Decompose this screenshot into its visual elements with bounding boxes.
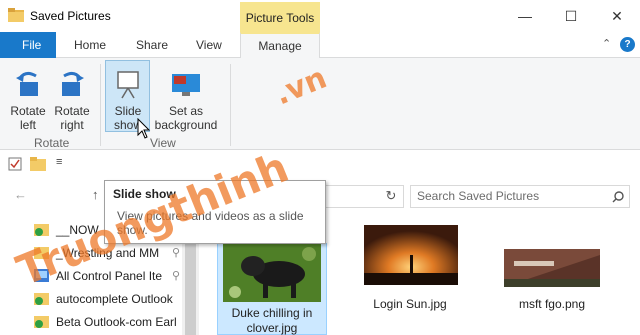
pin-icon[interactable]: ⚲	[172, 265, 180, 287]
rotate-left-label-2: left	[19, 118, 36, 132]
collapse-ribbon-icon[interactable]: ⌃	[602, 37, 611, 50]
rotate-right-label-1: Rotate	[54, 104, 90, 118]
slide-show-tooltip: Slide show View pictures and videos as a…	[104, 180, 326, 244]
picture-tools-context-tab: Picture Tools	[240, 2, 320, 32]
rotate-left-button[interactable]: Rotate left	[6, 68, 50, 132]
file-name: Login Sun.jpg	[373, 297, 447, 311]
tab-home[interactable]: Home	[74, 32, 106, 58]
close-button[interactable]: ✕	[594, 0, 640, 32]
customize-toolbar-icon[interactable]: ≡	[56, 156, 62, 168]
sunset-image	[364, 225, 458, 285]
help-icon[interactable]: ?	[620, 37, 635, 52]
folder-icon	[34, 247, 49, 259]
check-folder-icon	[34, 316, 49, 328]
rotate-right-label-2: right	[60, 118, 84, 132]
nav-item-beta-outlook[interactable]: Beta Outlook-com Earl	[34, 311, 200, 333]
tab-view[interactable]: View	[196, 32, 222, 58]
set-background-label-1: Set as	[168, 104, 204, 118]
duke-thumbnail	[223, 244, 321, 302]
nav-item-autocomplete[interactable]: autocomplete Outlook	[34, 288, 200, 310]
up-arrow-icon[interactable]: ↑	[92, 187, 99, 202]
quick-access-toolbar: ≡	[0, 150, 640, 180]
control-panel-icon	[34, 269, 49, 282]
nav-label: __NOW	[56, 223, 99, 237]
search-input[interactable]: Search Saved Pictures	[410, 185, 630, 208]
rotate-left-label-1: Rotate	[10, 104, 46, 118]
group-separator	[100, 64, 101, 146]
tooltip-body: View pictures and videos as a slide show…	[117, 209, 304, 237]
group-label-view: View	[150, 136, 176, 150]
slide-show-icon	[117, 71, 139, 99]
file-tile-duke[interactable]: Duke chilling in clover.jpg	[217, 243, 327, 335]
file-name-line-1: Duke chilling in	[231, 306, 313, 320]
file-name: msft fgo.png	[518, 297, 586, 311]
group-separator	[230, 64, 231, 146]
check-folder-icon	[34, 293, 49, 305]
nav-label: autocomplete Outlook	[56, 292, 173, 306]
desktop-background-icon	[172, 74, 200, 96]
ribbon: Rotate left Rotate right Slide show Set …	[0, 58, 640, 150]
mouse-cursor-icon	[137, 118, 151, 139]
file-tile-login-sun[interactable]: Login Sun.jpg	[360, 225, 460, 315]
file-tile-msft-fgo[interactable]: msft fgo.png	[500, 225, 604, 315]
search-icon[interactable]	[612, 191, 624, 203]
slide-show-label-1: Slide	[114, 104, 142, 118]
maximize-button[interactable]: ☐	[548, 0, 594, 32]
nav-label: _Wrestling and MM	[56, 246, 160, 260]
set-as-background-button[interactable]: Set as background	[150, 68, 222, 132]
ribbon-tab-row: File Home Share View Manage ⌃ ?	[0, 32, 640, 59]
title-bar: Saved Pictures Picture Tools — ☐ ✕	[0, 0, 640, 32]
tab-share[interactable]: Share	[136, 32, 168, 58]
building-sign-image	[504, 249, 600, 287]
new-folder-icon[interactable]	[30, 157, 46, 171]
nav-item-control-panel[interactable]: All Control Panel Ite ⚲	[34, 265, 200, 287]
dog-image	[223, 244, 321, 302]
folder-icon	[8, 8, 24, 22]
nav-item-wrestling[interactable]: _Wrestling and MM ⚲	[34, 242, 200, 264]
rotate-left-icon	[16, 71, 38, 96]
check-folder-icon	[34, 224, 49, 236]
nav-label: Beta Outlook-com Earl	[56, 315, 177, 329]
login-sun-thumbnail	[364, 225, 458, 285]
file-name-line-2: clover.jpg	[246, 321, 298, 335]
set-background-label-2: background	[154, 118, 218, 132]
nav-label: All Control Panel Ite	[56, 269, 163, 283]
back-arrow-icon[interactable]: ←	[14, 187, 27, 202]
tab-file[interactable]: File	[0, 32, 56, 58]
minimize-button[interactable]: —	[502, 0, 548, 32]
pin-icon[interactable]: ⚲	[172, 242, 180, 264]
properties-icon[interactable]	[8, 157, 22, 171]
tab-manage[interactable]: Manage	[240, 32, 320, 59]
group-label-rotate: Rotate	[34, 136, 70, 150]
rotate-right-icon	[62, 71, 84, 96]
refresh-icon[interactable]: ↻	[380, 186, 402, 206]
rotate-right-button[interactable]: Rotate right	[50, 68, 94, 132]
file-name: Duke chilling in clover.jpg	[218, 306, 326, 335]
msft-fgo-thumbnail	[504, 249, 600, 287]
tooltip-title: Slide show	[113, 187, 176, 201]
window-title: Saved Pictures	[30, 9, 111, 23]
